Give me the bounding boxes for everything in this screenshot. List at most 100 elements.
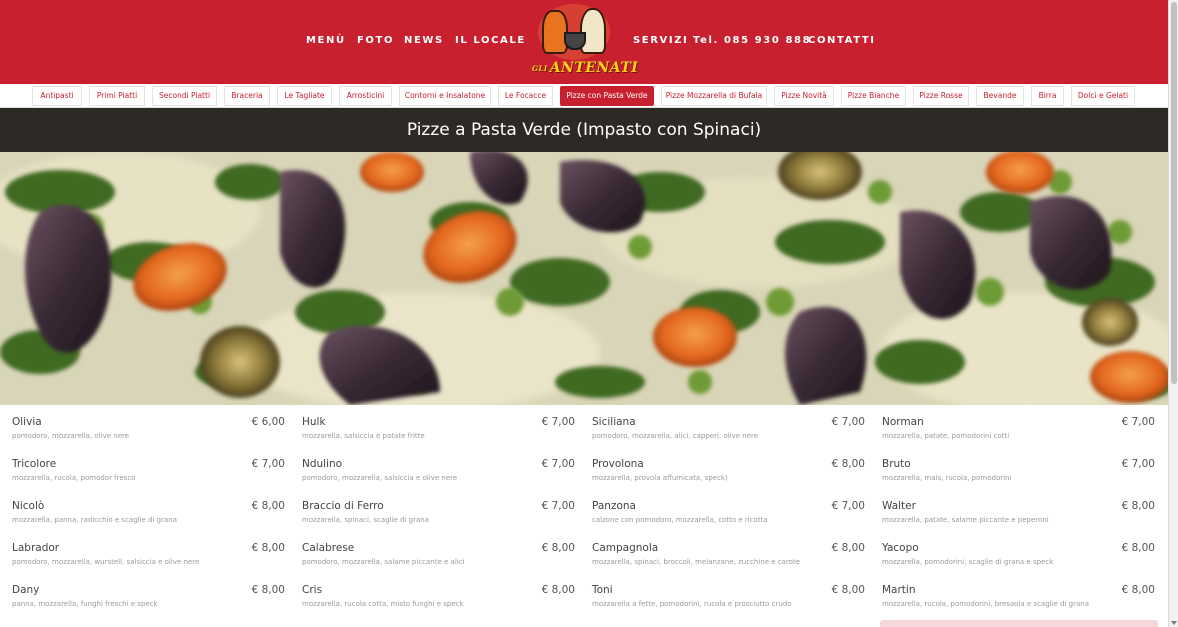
item-price: € 7,00 — [1121, 458, 1155, 470]
item-description: mozzarella, rucola cotta, misto funghi e… — [302, 600, 464, 608]
item-name: Bruto — [882, 458, 911, 470]
item-description: mozzarella, salsiccia e patate fritte — [302, 432, 425, 440]
tab-pizze-bufala[interactable]: Pizze Mozzarella di Bufala — [661, 86, 767, 106]
page-scrollbar[interactable] — [1168, 0, 1178, 627]
item-name: Campagnola — [592, 542, 659, 554]
item-name: Provolona — [592, 458, 644, 470]
tab-pizze-novita[interactable]: Pizze Novità — [774, 86, 834, 106]
item-description: pomodoro, mozzarella, olive nere — [12, 432, 130, 440]
pizza-photo — [0, 152, 1168, 405]
item-description: pomodoro, mozzarella, salsiccia e olive … — [302, 474, 458, 482]
item-name: Martin — [882, 584, 916, 596]
logo-chef-figure — [580, 8, 606, 54]
item-name: Tricolore — [12, 458, 57, 470]
item-name: Panzona — [592, 500, 636, 512]
bottom-popup-edge — [880, 620, 1158, 627]
item-name: Toni — [592, 584, 613, 596]
menu-item: Martin € 8,00 mozzarella, rucola, pomodo… — [882, 573, 1155, 613]
item-description: mozzarella, spinaci, broccoli, melanzane… — [592, 558, 801, 566]
item-name: Dany — [12, 584, 40, 596]
nav-contatti[interactable]: CONTATTI — [808, 35, 876, 46]
item-price: € 7,00 — [1121, 416, 1155, 428]
tab-secondi-piatti[interactable]: Secondi Piatti — [152, 86, 217, 106]
menu-item: Braccio di Ferro € 7,00 mozzarella, spin… — [302, 489, 575, 529]
logo-wordmark: GLI ANTENATI — [532, 60, 639, 76]
item-price: € 8,00 — [251, 542, 285, 554]
menu-item: Walter € 8,00 mozzarella, patate, salame… — [882, 489, 1155, 529]
menu-item: Provolona € 8,00 mozzarella, provola aff… — [592, 447, 865, 487]
item-price: € 7,00 — [831, 500, 865, 512]
menu-item: Toni € 8,00 mozzarella a fette, pomodori… — [592, 573, 865, 613]
tab-dolci-gelati[interactable]: Dolci e Gelati — [1071, 86, 1135, 106]
item-description: mozzarella, rucola, pomodorini, bresaola… — [882, 600, 1090, 608]
item-name: Nicolò — [12, 500, 45, 512]
menu-item: Labrador € 8,00 pomodoro, mozzarella, wu… — [12, 531, 285, 571]
item-name: Siciliana — [592, 416, 636, 428]
item-name: Hulk — [302, 416, 326, 428]
menu-item: Cris € 8,00 mozzarella, rucola cotta, mi… — [302, 573, 575, 613]
item-name: Walter — [882, 500, 916, 512]
logo-pot-icon — [564, 32, 586, 50]
nav-menu[interactable]: MENÙ — [306, 35, 346, 46]
menu-item: Yacopo € 8,00 mozzarella, pomodorini, sc… — [882, 531, 1155, 571]
item-description: pomodoro, mozzarella, salame piccante e … — [302, 558, 465, 566]
menu-item: Panzona € 7,00 calzone con pomodoro, moz… — [592, 489, 865, 529]
item-price: € 8,00 — [831, 542, 865, 554]
tab-primi-piatti[interactable]: Primi Piatti — [89, 86, 145, 106]
menu-item: Siciliana € 7,00 pomodoro, mozzarella, a… — [592, 405, 865, 445]
tab-le-tagliate[interactable]: Le Tagliate — [277, 86, 332, 106]
category-tabs: Antipasti Primi Piatti Secondi Piatti Br… — [0, 84, 1168, 108]
nav-foto[interactable]: FOTO — [357, 35, 394, 46]
item-description: panna, mozzarella, funghi freschi e spec… — [12, 600, 158, 608]
item-description: pomodoro, mozzarella, wurstell, salsicci… — [12, 558, 200, 566]
scrollbar-thumb[interactable] — [1171, 2, 1177, 384]
nav-il-locale[interactable]: IL LOCALE — [455, 35, 526, 46]
section-title: Pizze a Pasta Verde (Impasto con Spinaci… — [0, 108, 1168, 152]
menu-item: Olivia € 6,00 pomodoro, mozzarella, oliv… — [12, 405, 285, 445]
item-price: € 8,00 — [831, 584, 865, 596]
item-description: pomodoro, mozzarella, alici, capperi, ol… — [592, 432, 759, 440]
tab-pizze-bianche[interactable]: Pizze Bianche — [841, 86, 906, 106]
item-price: € 8,00 — [831, 458, 865, 470]
menu-item: Calabrese € 8,00 pomodoro, mozzarella, s… — [302, 531, 575, 571]
nav-news[interactable]: NEWS — [404, 35, 444, 46]
tab-arrosticini[interactable]: Arrosticini — [339, 86, 392, 106]
item-description: mozzarella, pomodorini, scaglie di grana… — [882, 558, 1054, 566]
item-name: Labrador — [12, 542, 60, 554]
nav-phone[interactable]: Tel. 085 930 888 — [693, 35, 811, 46]
nav-servizi[interactable]: SERVIZI — [633, 35, 688, 46]
item-price: € 8,00 — [1121, 542, 1155, 554]
tab-contorni[interactable]: Contorni e Insalatone — [399, 86, 491, 106]
item-price: € 7,00 — [251, 458, 285, 470]
tab-pizze-pasta-verde[interactable]: Pizze con Pasta Verde — [560, 86, 654, 106]
item-price: € 8,00 — [251, 584, 285, 596]
scroll-down-arrow-icon[interactable] — [1171, 621, 1177, 625]
tab-le-focacce[interactable]: Le Focacce — [498, 86, 553, 106]
item-description: mozzarella, panna, radicchio e scaglie d… — [12, 516, 178, 524]
tab-pizze-rosse[interactable]: Pizze Rosse — [913, 86, 969, 106]
logo[interactable]: GLI ANTENATI — [528, 2, 639, 82]
item-price: € 6,00 — [251, 416, 285, 428]
item-description: mozzarella, spinaci, scaglie di grana — [302, 516, 430, 524]
tab-antipasti[interactable]: Antipasti — [32, 86, 82, 106]
menu-item: Hulk € 7,00 mozzarella, salsiccia e pata… — [302, 405, 575, 445]
site-header: MENÙ FOTO NEWS IL LOCALE SERVIZI Tel. 08… — [0, 0, 1168, 84]
tab-braceria[interactable]: Braceria — [224, 86, 270, 106]
item-description: mozzarella, provola affumicata, speck) — [592, 474, 728, 482]
tab-birra[interactable]: Birra — [1031, 86, 1064, 106]
item-name: Yacopo — [882, 542, 919, 554]
tab-bevande[interactable]: Bevande — [976, 86, 1024, 106]
pizza-menu: Olivia € 6,00 pomodoro, mozzarella, oliv… — [0, 405, 1168, 627]
item-name: Braccio di Ferro — [302, 500, 384, 512]
item-name: Olivia — [12, 416, 42, 428]
menu-item: Nicolò € 8,00 mozzarella, panna, radicch… — [12, 489, 285, 529]
item-description: mozzarella, patate, pomodorini cotti — [882, 432, 1010, 440]
item-price: € 8,00 — [541, 584, 575, 596]
item-name: Norman — [882, 416, 924, 428]
item-description: mozzarella, patate, salame piccante e pe… — [882, 516, 1049, 524]
item-price: € 8,00 — [251, 500, 285, 512]
menu-item: Bruto € 7,00 mozzarella, mais, rucola, p… — [882, 447, 1155, 487]
menu-item: Dany € 8,00 panna, mozzarella, funghi fr… — [12, 573, 285, 613]
item-price: € 8,00 — [541, 542, 575, 554]
item-description: mozzarella, mais, rucola, pomodorini — [882, 474, 1012, 482]
